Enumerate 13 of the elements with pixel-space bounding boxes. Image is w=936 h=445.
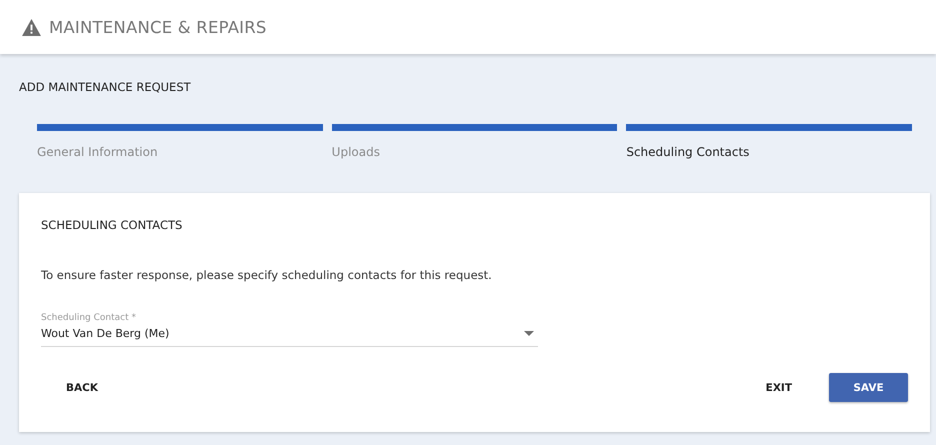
page-title: ADD MAINTENANCE REQUEST: [19, 80, 192, 94]
scheduling-contact-dropdown[interactable]: Scheduling Contact * Wout Van De Berg (Me): [41, 313, 538, 347]
back-button[interactable]: BACK: [63, 374, 101, 402]
exit-button[interactable]: EXIT: [762, 374, 795, 402]
dropdown-caret-icon: [524, 331, 534, 336]
step-tab[interactable]: Scheduling Contacts: [626, 145, 750, 159]
field-label: Scheduling Contact *: [41, 313, 136, 323]
warning-icon: [22, 18, 41, 36]
section-title: SCHEDULING CONTACTS: [41, 218, 184, 232]
description-text: To ensure faster response, please specify scheduling contacts for this request.: [41, 268, 493, 282]
field-value: Wout Van De Berg (Me): [41, 327, 170, 340]
app-title: MAINTENANCE & REPAIRS: [49, 18, 267, 36]
save-button[interactable]: SAVE: [829, 373, 908, 402]
